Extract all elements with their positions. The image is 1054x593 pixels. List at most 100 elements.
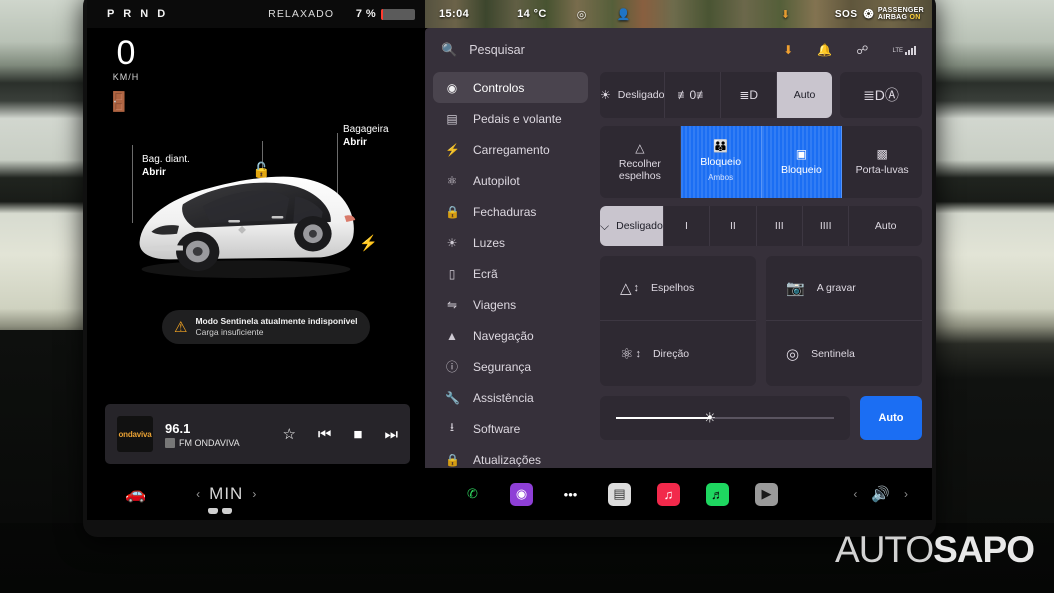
track-info: 96.1 FM ONDAVIVA bbox=[165, 421, 240, 448]
sidebar-item-autopilot[interactable]: ⚛ Autopilot bbox=[433, 165, 588, 196]
favorite-star-icon[interactable]: ☆ bbox=[282, 425, 295, 443]
mirrors-adjust-tile[interactable]: △ ↕ Espelhos bbox=[600, 256, 756, 321]
sidebar-item-pedais-e-volante[interactable]: ▤ Pedais e volante bbox=[433, 103, 588, 134]
siri-app-icon[interactable]: ◉ bbox=[510, 482, 533, 506]
headlight-off-option[interactable]: ☀ Desligado bbox=[600, 72, 666, 118]
mirror-adjust-icon: △ ↕ bbox=[620, 280, 640, 297]
sidebar-item-luzes[interactable]: ☀ Luzes bbox=[433, 227, 588, 258]
low-beam-icon: ≣D bbox=[739, 88, 759, 102]
next-track-icon[interactable]: ⏭ bbox=[384, 426, 398, 443]
download-icon[interactable]: ⬇ bbox=[781, 8, 791, 21]
music-app-icon[interactable]: ♫ bbox=[657, 482, 680, 506]
sidebar-item-carregamento[interactable]: ⚡ Carregamento bbox=[433, 134, 588, 165]
dashcam-tile[interactable]: 📷 A gravar bbox=[766, 256, 922, 321]
sidebar-item-atualizacoes[interactable]: 🔒 Atualizações bbox=[433, 444, 588, 468]
gear-indicator: P R N D bbox=[107, 8, 169, 20]
car-icon[interactable]: 🚗 bbox=[125, 484, 146, 504]
seat-heater-left-icon[interactable] bbox=[208, 508, 218, 514]
glovebox-button[interactable]: ▩ Porta-luvas bbox=[842, 126, 922, 198]
child-lock-button[interactable]: 👪 Bloqueio Ambos bbox=[680, 126, 762, 198]
seat-heater-right-icon[interactable] bbox=[222, 508, 232, 514]
sentry-unavailable-banner[interactable]: ⚠ Modo Sentinela atualmente indisponível… bbox=[162, 310, 370, 344]
spotify-app-icon[interactable]: ♬ bbox=[706, 482, 729, 506]
parking-lights-option[interactable]: ≢0≢ bbox=[665, 72, 722, 118]
battery-indicator[interactable]: 7 % bbox=[356, 8, 415, 20]
brightness-fill bbox=[616, 417, 710, 419]
glovebox-label: Porta-luvas bbox=[855, 164, 909, 176]
sentry-mode-tile[interactable]: ◎ Sentinela bbox=[766, 321, 922, 386]
sentry-icon[interactable]: ◎ bbox=[577, 8, 587, 21]
upgrades-icon: 🔒 bbox=[445, 452, 460, 467]
auto-brightness-button[interactable]: Auto bbox=[860, 396, 922, 440]
wiper-speed-3-option[interactable]: III bbox=[757, 206, 803, 246]
sidebar-label: Viagens bbox=[473, 297, 517, 312]
bolt-icon: ⚡ bbox=[445, 142, 460, 157]
pedals-icon: ▤ bbox=[446, 111, 458, 126]
temperature-control[interactable]: ‹ MIN › bbox=[196, 484, 256, 504]
wiper-speed-1-option[interactable]: I bbox=[664, 206, 711, 246]
stop-icon[interactable]: ■ bbox=[353, 426, 362, 443]
headlight-auto-option[interactable]: Auto bbox=[777, 72, 832, 118]
volume-control[interactable]: ‹ 🔊 › bbox=[853, 485, 908, 503]
sidebar-item-controlos[interactable]: ◉ Controlos bbox=[433, 72, 588, 103]
map-strip[interactable]: 15:04 14 °C ◎ 👤 ⬇ SOS ❂ PASSENGER AIRBAG… bbox=[425, 0, 932, 28]
sos-button[interactable]: SOS bbox=[835, 9, 858, 20]
sidebar-label: Ecrã bbox=[473, 266, 498, 281]
fold-mirrors-button[interactable]: △ Recolher espelhos bbox=[600, 126, 681, 198]
brightness-slider[interactable]: ☀ bbox=[600, 396, 850, 440]
speaker-volume-icon[interactable]: 🔊 bbox=[871, 485, 890, 503]
callout-rear-action: Abrir bbox=[343, 137, 367, 148]
wiper-speed-4-option[interactable]: IIII bbox=[803, 206, 850, 246]
auto-high-beam-button[interactable]: ≣DⒶ bbox=[840, 72, 922, 118]
headlight-auto-label: Auto bbox=[793, 89, 816, 101]
sidebar-item-fechaduras[interactable]: 🔒 Fechaduras bbox=[433, 196, 588, 227]
steering-icon: ⚛ bbox=[446, 173, 458, 188]
sidebar-item-ecra[interactable]: ▯ Ecrã bbox=[433, 258, 588, 289]
light-icon: ☀ bbox=[446, 235, 458, 250]
steering-adjust-tile[interactable]: ⚛ ↕ Direção bbox=[600, 321, 756, 386]
tesla-model-y-svg bbox=[139, 176, 356, 279]
battery-icon bbox=[381, 8, 415, 20]
lights-row-wrap: ☀ Desligado ≢0≢ ≣D Auto ≣DⒶ bbox=[600, 72, 922, 118]
dashcam-record-icon: 📷 bbox=[786, 280, 805, 297]
child-lock-icon: 👪 bbox=[713, 139, 729, 153]
temp-decrease-button[interactable]: ‹ bbox=[196, 487, 200, 501]
news-app-icon[interactable]: ▤ bbox=[608, 482, 631, 506]
previous-track-icon[interactable]: ⏮ bbox=[318, 426, 332, 443]
bell-icon[interactable]: 🔔 bbox=[817, 43, 832, 57]
window-lock-button[interactable]: ▣ Bloqueio bbox=[761, 126, 843, 198]
brightness-track[interactable]: ☀ bbox=[616, 410, 834, 426]
sidebar-item-viagens[interactable]: ⇋ Viagens bbox=[433, 289, 588, 320]
sidebar-label: Software bbox=[473, 421, 521, 436]
wiper-off-option[interactable]: ⌵ Desligado bbox=[600, 206, 664, 246]
watermark-part2: SAPO bbox=[933, 529, 1035, 570]
temp-increase-button[interactable]: › bbox=[252, 487, 256, 501]
more-apps-icon[interactable]: ••• bbox=[559, 483, 582, 506]
brightness-row: ☀ Auto bbox=[600, 396, 922, 440]
speed-unit: KM/H bbox=[112, 72, 140, 82]
tiles-grid: △ ↕ Espelhos ⚛ ↕ Direção 📷 A gravar ◎ Se… bbox=[600, 256, 922, 386]
sidebar-item-seguranca[interactable]: ⓘ Segurança bbox=[433, 351, 588, 382]
search-input[interactable]: 🔍 Pesquisar bbox=[441, 42, 525, 58]
sidebar-item-software[interactable]: ⭳ Software bbox=[433, 413, 588, 444]
wiper-speed-2-label: II bbox=[729, 220, 736, 232]
phone-app-icon[interactable]: ✆ bbox=[461, 483, 484, 506]
autosapo-watermark: AUTOSAPO bbox=[835, 529, 1035, 570]
mirror-fold-icon: △ bbox=[635, 141, 645, 155]
sidebar-item-navegacao[interactable]: ▲ Navegação bbox=[433, 320, 588, 351]
wiper-auto-option[interactable]: Auto bbox=[849, 206, 922, 246]
wiper-speed-2-option[interactable]: II bbox=[710, 206, 757, 246]
volume-decrease-button[interactable]: ‹ bbox=[853, 487, 857, 501]
seat-heater-row[interactable] bbox=[208, 508, 232, 514]
sidebar-item-assistencia[interactable]: 🔧 Assistência bbox=[433, 382, 588, 413]
brightness-icon[interactable]: ☀ bbox=[703, 410, 716, 427]
low-beam-option[interactable]: ≣D bbox=[721, 72, 778, 118]
download-icon[interactable]: ⬇ bbox=[783, 43, 793, 57]
video-app-icon[interactable]: ▶ bbox=[755, 482, 778, 506]
callout-rear-trunk[interactable]: Bagageira Abrir bbox=[343, 123, 389, 149]
temp-value: MIN bbox=[209, 484, 244, 503]
media-player[interactable]: ondaviva 96.1 FM ONDAVIVA ☆ ⏮ ■ ⏭ bbox=[105, 404, 410, 464]
sidebar-label: Assistência bbox=[473, 390, 534, 405]
bluetooth-icon[interactable]: ☍ bbox=[856, 43, 868, 57]
volume-increase-button[interactable]: › bbox=[904, 487, 908, 501]
